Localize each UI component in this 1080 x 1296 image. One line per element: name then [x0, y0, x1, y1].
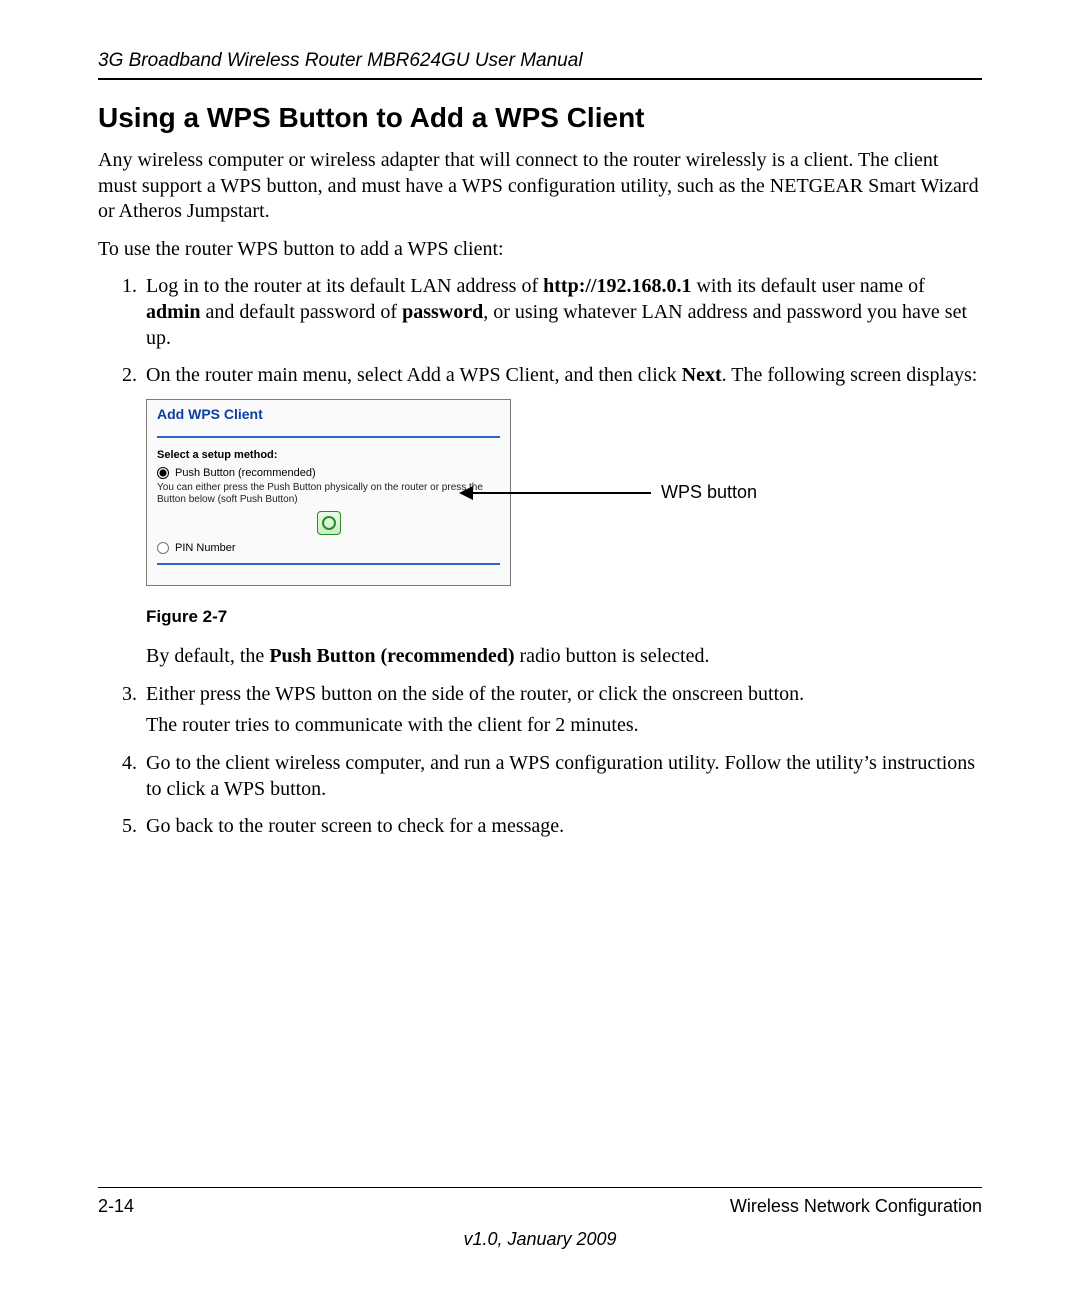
- callout-label: WPS button: [661, 481, 757, 504]
- step-4: Go to the client wireless computer, and …: [142, 751, 982, 802]
- page-footer: 2-14 Wireless Network Configuration v1.0…: [98, 1187, 982, 1250]
- step-1-mid1: with its default user name of: [691, 275, 924, 297]
- step-2-after: By default, the Push Button (recommended…: [146, 644, 982, 670]
- panel-divider: [157, 436, 500, 438]
- wps-button-callout: WPS button: [459, 481, 757, 504]
- step-2-after-bold: Push Button (recommended): [269, 645, 514, 667]
- radio-pin-label: PIN Number: [175, 541, 236, 555]
- step-2-after-pre: By default, the: [146, 645, 269, 667]
- figure-2-7: Add WPS Client Select a setup method: Pu…: [146, 399, 982, 628]
- setup-method-label: Select a setup method:: [157, 448, 500, 462]
- step-1-mid2: and default password of: [200, 301, 402, 323]
- radio-push-button[interactable]: Push Button (recommended): [157, 466, 500, 480]
- step-1: Log in to the router at its default LAN …: [142, 274, 982, 351]
- section-title: Using a WPS Button to Add a WPS Client: [98, 102, 982, 134]
- panel-divider-bottom: [157, 563, 500, 565]
- footer-section-name: Wireless Network Configuration: [730, 1196, 982, 1217]
- arrow-line: [473, 492, 651, 494]
- lead-in: To use the router WPS button to add a WP…: [98, 237, 982, 263]
- figure-caption: Figure 2-7: [146, 606, 982, 628]
- header-rule: [98, 78, 982, 80]
- page-number: 2-14: [98, 1196, 134, 1217]
- step-1-url: http://192.168.0.1: [543, 275, 691, 297]
- manual-page: 3G Broadband Wireless Router MBR624GU Us…: [0, 0, 1080, 1296]
- step-2-after-post: radio button is selected.: [515, 645, 710, 667]
- steps-list: Log in to the router at its default LAN …: [98, 274, 982, 839]
- step-3: Either press the WPS button on the side …: [142, 682, 982, 739]
- step-5: Go back to the router screen to check fo…: [142, 814, 982, 840]
- wps-soft-button-icon[interactable]: [317, 511, 341, 535]
- step-2-next: Next: [682, 364, 722, 386]
- arrow-left-icon: [459, 486, 473, 500]
- radio-push-label: Push Button (recommended): [175, 466, 316, 480]
- step-3-line2: The router tries to communicate with the…: [146, 713, 982, 739]
- step-1-pre: Log in to the router at its default LAN …: [146, 275, 543, 297]
- step-1-admin: admin: [146, 301, 200, 323]
- step-2-post: . The following screen displays:: [722, 364, 978, 386]
- footer-version: v1.0, January 2009: [98, 1229, 982, 1250]
- step-2-pre: On the router main menu, select Add a WP…: [146, 364, 682, 386]
- push-help-text: You can either press the Push Button phy…: [157, 482, 500, 506]
- add-wps-client-panel: Add WPS Client Select a setup method: Pu…: [146, 399, 511, 587]
- running-header: 3G Broadband Wireless Router MBR624GU Us…: [98, 50, 982, 72]
- intro-paragraph: Any wireless computer or wireless adapte…: [98, 148, 982, 225]
- radio-pin-number[interactable]: PIN Number: [157, 541, 500, 555]
- panel-title: Add WPS Client: [147, 400, 510, 436]
- radio-pin-input[interactable]: [157, 542, 169, 554]
- radio-push-input[interactable]: [157, 467, 169, 479]
- step-2: On the router main menu, select Add a WP…: [142, 363, 982, 670]
- step-1-password: password: [402, 301, 483, 323]
- step-3-line1: Either press the WPS button on the side …: [146, 683, 804, 705]
- footer-rule: [98, 1187, 982, 1188]
